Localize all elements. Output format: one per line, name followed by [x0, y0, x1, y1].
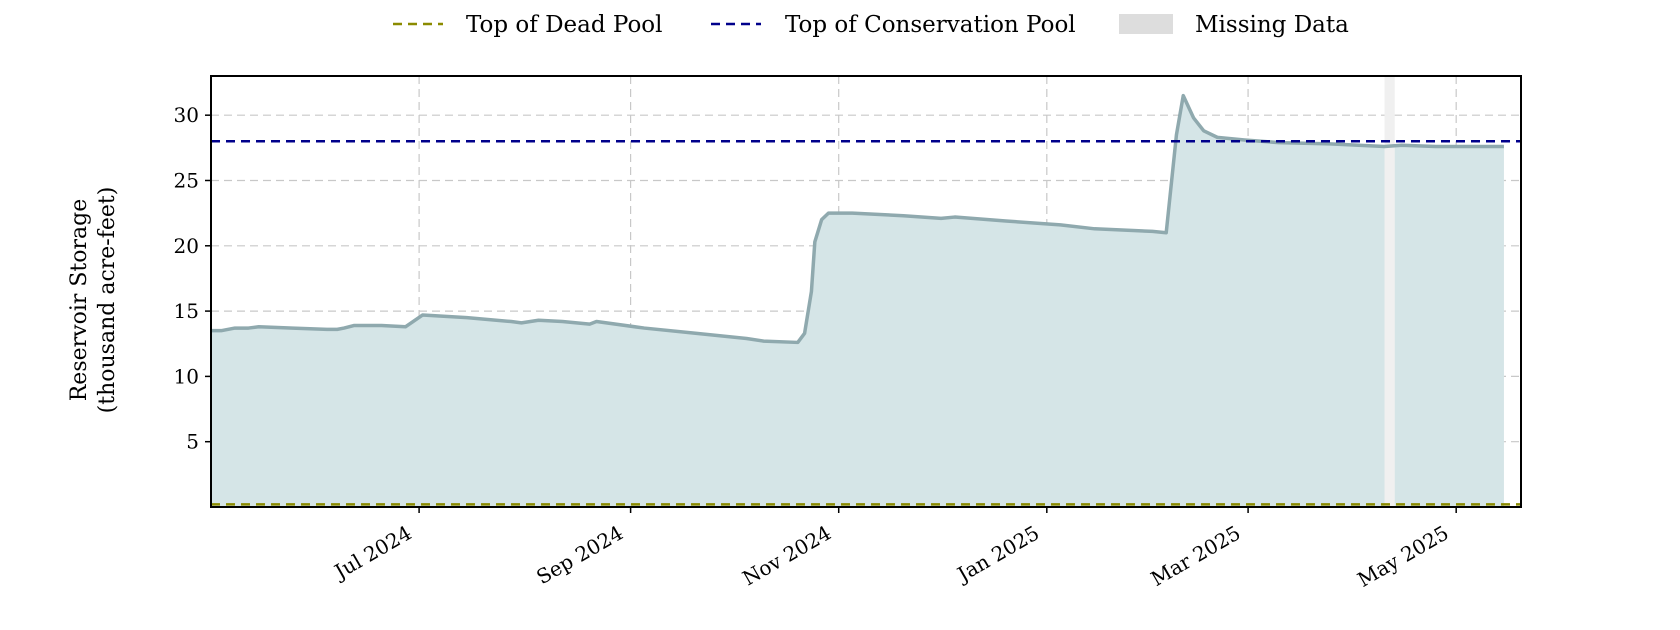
- y-axis-label: Reservoir Storage (thousand acre-feet): [67, 187, 120, 414]
- x-tick-label-2025-01-01: Jan 2025: [952, 521, 1044, 588]
- y-tick-label-20: 20: [174, 234, 199, 258]
- chart-canvas: Top of Dead Pool Top of Conservation Poo…: [67, 12, 1522, 592]
- legend-label-missing-data: Missing Data: [1195, 12, 1349, 38]
- x-tick-label-2024-09-01: Sep 2024: [532, 521, 627, 590]
- x-tick-label-2025-05-01: May 2025: [1353, 521, 1452, 592]
- y-tick-label-30: 30: [174, 103, 199, 127]
- x-tick-label-2025-03-01: Mar 2025: [1147, 521, 1245, 591]
- y-tick-label-10: 10: [174, 364, 199, 388]
- plot-area: 5 10 15 20 25 30 Jul 2024 Sep 2024 Nov 2024 Jan 2…: [174, 75, 1522, 592]
- y-axis-label-line-2: (thousand acre-feet): [95, 187, 120, 414]
- x-tick-label-2024-07-01: Jul 2024: [329, 521, 416, 585]
- legend-label-conservation-pool: Top of Conservation Pool: [785, 12, 1076, 38]
- legend-swatch-missing-data: [1119, 14, 1173, 34]
- x-tick-label-2024-11-01: Nov 2024: [738, 521, 835, 591]
- series-area-fill: [211, 95, 1504, 507]
- y-tick-label-5: 5: [186, 430, 199, 454]
- y-tick-label-15: 15: [174, 299, 199, 323]
- legend-label-dead-pool: Top of Dead Pool: [466, 12, 663, 38]
- legend: Top of Dead Pool Top of Conservation Poo…: [393, 12, 1349, 38]
- y-axis-label-line-1: Reservoir Storage: [67, 199, 92, 402]
- y-tick-label-25: 25: [174, 168, 199, 192]
